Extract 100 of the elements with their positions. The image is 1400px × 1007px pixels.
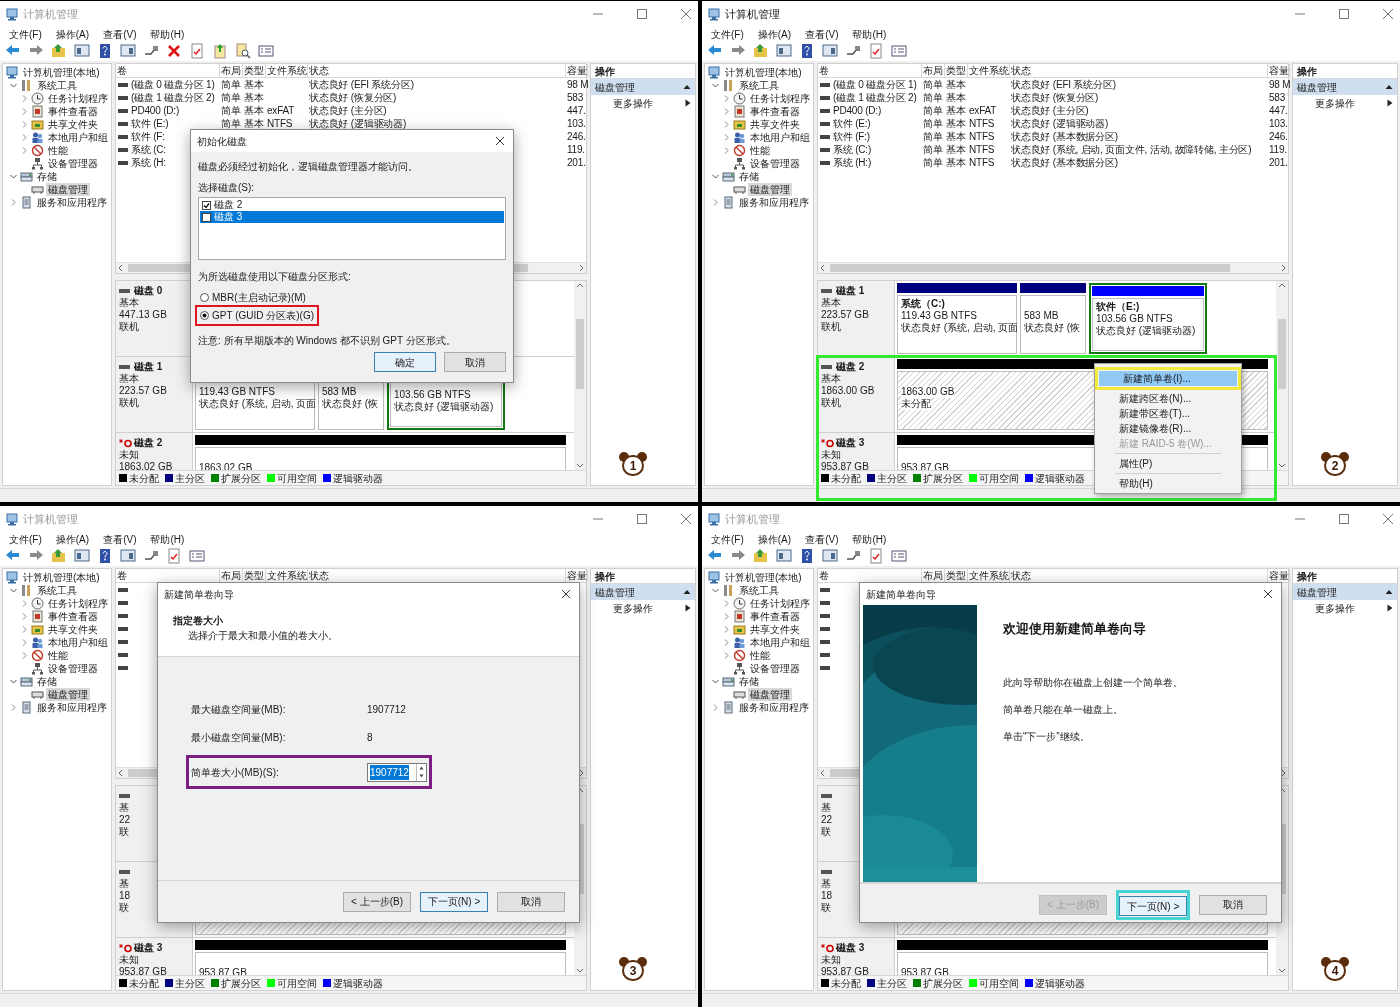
tree-item[interactable]: 本地用户和组: [748, 636, 812, 649]
volume-name[interactable]: 系统 (C:: [131, 143, 166, 156]
folder-up-icon[interactable]: [753, 548, 769, 564]
column-header[interactable]: 容量: [1268, 64, 1290, 77]
tree-item[interactable]: 系统工具: [737, 584, 781, 597]
partition-box[interactable]: 583 MB 状态良好 (恢: [1020, 295, 1086, 354]
chevron-down-icon[interactable]: [9, 586, 18, 595]
actions-section[interactable]: 磁盘管理: [591, 79, 695, 95]
menu-item[interactable]: 查看(V): [103, 531, 137, 547]
chevron-down-icon[interactable]: [9, 81, 18, 90]
maximize-icon[interactable]: [1339, 514, 1349, 524]
maximize-icon[interactable]: [1339, 9, 1349, 19]
chevron-down-icon[interactable]: [711, 586, 720, 595]
split-pane-icon[interactable]: [120, 548, 136, 564]
window-pane-icon[interactable]: [776, 43, 792, 59]
tree-item[interactable]: 事件查看器: [748, 610, 802, 623]
list-icon[interactable]: [891, 548, 907, 564]
close-icon[interactable]: [495, 136, 505, 146]
tree-item[interactable]: 计算机管理(本地): [21, 66, 102, 79]
actions-section[interactable]: 磁盘管理: [1293, 584, 1397, 600]
selected-radio-icon[interactable]: [200, 311, 209, 320]
menu-item[interactable]: 帮助(H): [150, 26, 185, 42]
volume-name[interactable]: 系统 (H:: [131, 156, 166, 169]
tree-item[interactable]: 设备管理器: [46, 662, 100, 675]
tree-item[interactable]: 存储: [737, 675, 761, 688]
tree-item[interactable]: 共享文件夹: [46, 118, 100, 131]
column-header[interactable]: 容量: [566, 64, 588, 77]
split-pane-icon[interactable]: [822, 43, 838, 59]
tree-item[interactable]: 本地用户和组: [748, 131, 812, 144]
wizard-button[interactable]: 下一页(N) >: [1119, 896, 1187, 916]
checklist-icon[interactable]: [868, 548, 884, 564]
horizontal-scrollbar[interactable]: [818, 262, 1288, 273]
tree-item[interactable]: 共享文件夹: [46, 623, 100, 636]
tree-item[interactable]: 服务和应用程序: [737, 196, 811, 209]
menu-item[interactable]: 文件(F): [9, 26, 42, 42]
folder-up-icon[interactable]: [753, 43, 769, 59]
volume-name[interactable]: (磁盘 1 磁盘分区 2): [833, 91, 917, 104]
column-header[interactable]: 文件系统: [968, 64, 1010, 77]
menu-item[interactable]: 查看(V): [805, 26, 839, 42]
tree-item[interactable]: 服务和应用程序: [35, 196, 109, 209]
column-header[interactable]: 文件系统: [266, 64, 308, 77]
window-pane-icon[interactable]: [74, 43, 90, 59]
menu-item[interactable]: 帮助(H): [150, 531, 185, 547]
tree-item[interactable]: 任务计划程序: [46, 92, 110, 105]
context-menu-item[interactable]: 新建带区卷(T)...: [1095, 406, 1241, 421]
checklist-icon[interactable]: [166, 548, 182, 564]
menu-item[interactable]: 操作(A): [55, 26, 90, 42]
menu-item[interactable]: 操作(A): [757, 26, 792, 42]
tree-item[interactable]: 设备管理器: [748, 662, 802, 675]
checklist-icon[interactable]: [189, 43, 205, 59]
tree-item[interactable]: 磁盘管理: [46, 688, 90, 701]
split-pane-icon[interactable]: [120, 43, 136, 59]
menu-item[interactable]: 文件(F): [711, 26, 744, 42]
vertical-scrollbar[interactable]: [574, 281, 586, 470]
tree-item[interactable]: 计算机管理(本地): [723, 66, 804, 79]
tree-item[interactable]: 系统工具: [35, 79, 79, 92]
menu-item[interactable]: 查看(V): [103, 26, 137, 42]
scrollbar-thumb[interactable]: [830, 264, 1230, 272]
folder-up-icon[interactable]: [51, 548, 67, 564]
chevron-down-icon[interactable]: [9, 677, 18, 686]
delete-icon[interactable]: [166, 43, 182, 59]
volume-name[interactable]: 系统 (H:): [833, 156, 872, 169]
context-menu-item[interactable]: 新建简单卷(I)...: [1099, 371, 1237, 386]
wizard-button[interactable]: 取消: [497, 891, 565, 912]
window-pane-icon[interactable]: [74, 548, 90, 564]
radio-option[interactable]: MBR(主启动记录)(M): [198, 290, 308, 305]
more-actions-item[interactable]: 更多操作: [591, 95, 695, 111]
tree-item[interactable]: 性能: [46, 144, 70, 157]
tree-item[interactable]: 共享文件夹: [748, 623, 802, 636]
menu-item[interactable]: 操作(A): [55, 531, 90, 547]
menu-item[interactable]: 文件(F): [711, 531, 744, 547]
tree-item[interactable]: 存储: [737, 170, 761, 183]
chevron-down-icon[interactable]: [711, 81, 720, 90]
close-icon[interactable]: [561, 589, 571, 599]
wizard-button[interactable]: < 上一步(B): [343, 891, 411, 912]
partition-box[interactable]: 系统（C:) 119.43 GB NTFS 状态良好 (系统, 启动, 页面: [897, 295, 1017, 354]
volume-name[interactable]: PD400 (D:): [131, 104, 179, 117]
tree-item[interactable]: 系统工具: [35, 584, 79, 597]
disk-listbox[interactable]: 磁盘 2 磁盘 3: [198, 197, 506, 260]
chevron-down-icon[interactable]: [711, 677, 720, 686]
radio-option[interactable]: GPT (GUID 分区表)(G): [198, 308, 317, 323]
volume-name[interactable]: (磁盘 0 磁盘分区 1): [833, 78, 917, 91]
split-pane-icon[interactable]: [822, 548, 838, 564]
disk-list-item[interactable]: 磁盘 2: [200, 199, 504, 211]
tree-item[interactable]: 设备管理器: [748, 157, 802, 170]
menu-item[interactable]: 操作(A): [757, 531, 792, 547]
export-icon[interactable]: [212, 43, 228, 59]
tree-item[interactable]: 任务计划程序: [748, 597, 812, 610]
close-icon[interactable]: [1263, 589, 1273, 599]
tree-item[interactable]: 性能: [748, 649, 772, 662]
volume-name[interactable]: 软件 (E:): [833, 117, 871, 130]
maximize-icon[interactable]: [637, 9, 647, 19]
chevron-down-icon[interactable]: [711, 172, 720, 181]
wizard-button[interactable]: 下一页(N) >: [420, 891, 488, 912]
menu-item[interactable]: 帮助(H): [852, 531, 887, 547]
folder-up-icon[interactable]: [51, 43, 67, 59]
column-header[interactable]: 布局: [922, 64, 945, 77]
size-spinner[interactable]: 1907712: [367, 762, 427, 782]
list-icon[interactable]: [258, 43, 274, 59]
column-header[interactable]: 布局: [220, 64, 243, 77]
